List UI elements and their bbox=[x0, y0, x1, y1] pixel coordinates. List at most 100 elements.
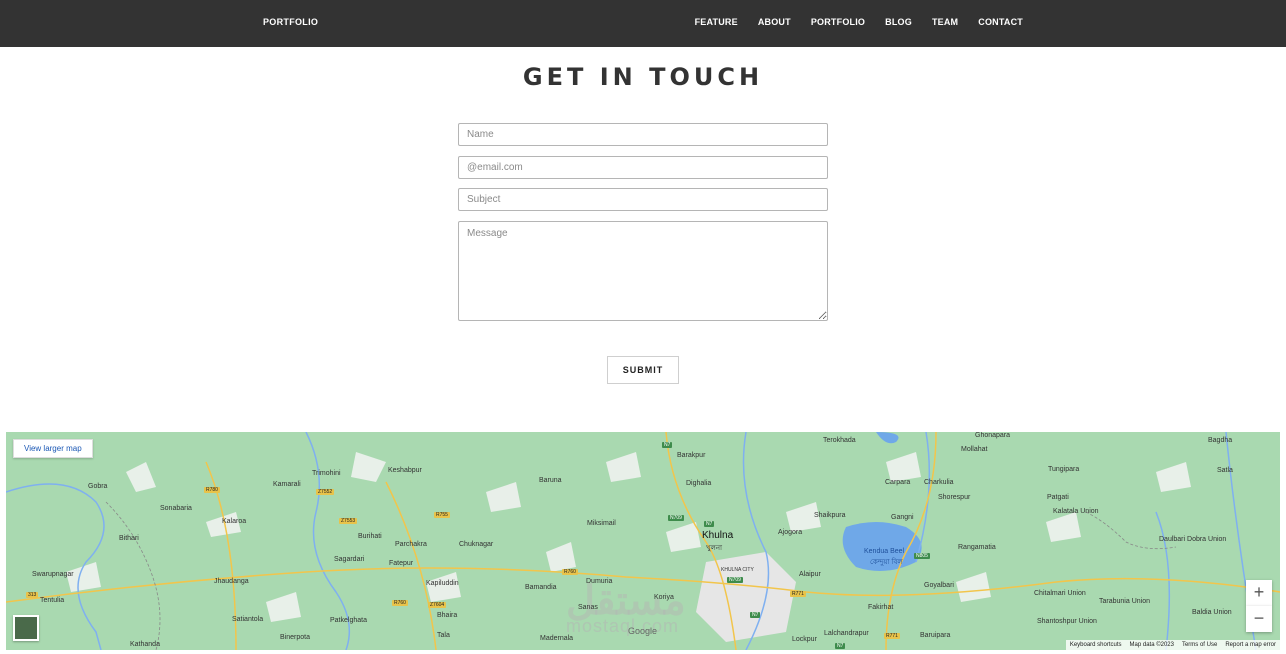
terms-link[interactable]: Terms of Use bbox=[1182, 642, 1217, 648]
map-label-kalatala: Kalatala Union bbox=[1053, 508, 1099, 515]
map-label-santoshpur: Shantoshpur Union bbox=[1037, 618, 1097, 625]
map-label-ghonapara: Ghonapara bbox=[975, 432, 1011, 439]
map-label-gobra: Gobra bbox=[88, 483, 108, 490]
map-label-sanas: Sanas bbox=[578, 604, 598, 611]
map-label-patgati: Patgati bbox=[1047, 494, 1069, 501]
map-label-barakpur: Barakpur bbox=[677, 452, 706, 459]
map-label-goyalbari: Goyalbari bbox=[924, 582, 954, 589]
map-label-kapiluddin: Kapiluddin bbox=[426, 580, 459, 587]
subject-input[interactable] bbox=[458, 188, 828, 211]
map-label-burihati: Burihati bbox=[358, 533, 382, 540]
nav-link-blog[interactable]: BLOG bbox=[885, 17, 912, 27]
map-label-kendua-beel-bn: কেন্দুয়া বিল bbox=[870, 559, 903, 566]
map-label-parchakra: Parchakra bbox=[395, 541, 427, 548]
nav-link-about[interactable]: ABOUT bbox=[758, 17, 791, 27]
map-label-shorespur: Shorespur bbox=[938, 494, 971, 501]
map-label-kamarali: Kamarali bbox=[273, 481, 301, 488]
map-label-carpara: Carpara bbox=[885, 479, 911, 486]
map-label-ajogora: Ajogora bbox=[778, 529, 803, 536]
map-label-kalaroa: Kalaroa bbox=[222, 518, 247, 525]
road-tag: N7 bbox=[835, 643, 846, 649]
google-logo: Google bbox=[628, 626, 658, 636]
message-textarea[interactable] bbox=[458, 221, 828, 321]
road-tag: R771 bbox=[884, 633, 900, 639]
map-label-sagardari: Sagardari bbox=[334, 556, 365, 563]
map-label-dumuria: Dumuria bbox=[586, 578, 613, 585]
map-label-alaipur: Alaipur bbox=[799, 571, 821, 578]
nav-link-feature[interactable]: FEATURE bbox=[695, 17, 738, 27]
map-label-khulna-city: KHULNA CITY bbox=[721, 567, 754, 573]
road-tag: R760 bbox=[392, 600, 408, 606]
road-tag: N709 bbox=[727, 577, 743, 583]
map-label-swarupnagar: Swarupnagar bbox=[32, 571, 74, 578]
road-tag: N709 bbox=[668, 515, 684, 521]
road-tag: N805 bbox=[914, 553, 930, 559]
zoom-in-button[interactable]: + bbox=[1246, 580, 1272, 606]
road-tag: Z7604 bbox=[428, 602, 447, 608]
map-label-patkelghata: Patkelghata bbox=[330, 617, 367, 624]
map-label-rangamatia: Rangamatia bbox=[958, 544, 996, 551]
nav-links: FEATURE ABOUT PORTFOLIO BLOG TEAM CONTAC… bbox=[695, 17, 1023, 27]
road-tag: Z7553 bbox=[339, 518, 358, 524]
map-label-madernala: Madernala bbox=[540, 635, 574, 642]
map-label-khulna-bn: খুলনা bbox=[706, 545, 723, 552]
map-data-text: Map data ©2023 bbox=[1129, 642, 1174, 648]
view-larger-map-link[interactable]: View larger map bbox=[13, 439, 93, 458]
road-tag: R760 bbox=[562, 569, 578, 575]
map-label-bagdha: Bagdha bbox=[1208, 437, 1233, 444]
map-label-koriya: Koriya bbox=[654, 594, 674, 601]
road-tag: N7 bbox=[662, 442, 673, 448]
map-label-gangni: Gangni bbox=[891, 514, 914, 521]
map-label-shaikpura: Shaikpura bbox=[814, 512, 846, 519]
map-label-satla: Satla bbox=[1217, 467, 1233, 474]
top-navbar: PORTFOLIO FEATURE ABOUT PORTFOLIO BLOG T… bbox=[0, 0, 1286, 47]
map-label-binerpota: Binerpota bbox=[280, 634, 310, 641]
map-label-tentulia: Tentulia bbox=[40, 597, 65, 604]
map-label-bithari: Bithari bbox=[119, 535, 139, 542]
watermark-text: mostaql.com bbox=[566, 616, 680, 636]
map-label-tarabunia: Tarabunia Union bbox=[1099, 598, 1150, 605]
map-label-terokhada: Terokhada bbox=[823, 437, 856, 444]
map-label-tungipara: Tungipara bbox=[1048, 466, 1080, 473]
map-label-tala: Tala bbox=[437, 632, 450, 639]
report-error-link[interactable]: Report a map error bbox=[1225, 642, 1276, 648]
zoom-out-button[interactable]: − bbox=[1246, 606, 1272, 632]
map-label-lalchandrapur: Lalchandrapur bbox=[824, 630, 869, 637]
nav-link-portfolio[interactable]: PORTFOLIO bbox=[811, 17, 865, 27]
satellite-toggle[interactable] bbox=[13, 615, 39, 641]
road-tag: N7 bbox=[750, 612, 761, 618]
road-tag: N7 bbox=[704, 521, 715, 527]
road-tag: Z7552 bbox=[316, 489, 335, 495]
brand-link[interactable]: PORTFOLIO bbox=[263, 17, 318, 27]
map-label-sonabaria: Sonabaria bbox=[160, 505, 192, 512]
map-label-kathanda: Kathanda bbox=[130, 641, 160, 648]
map-embed[interactable]: مستقل mostaql.com Khulna খুলনা KHULNA CI… bbox=[6, 432, 1280, 650]
nav-link-team[interactable]: TEAM bbox=[932, 17, 958, 27]
map-label-baldia: Baldia Union bbox=[1192, 609, 1232, 616]
section-title: GET IN TOUCH bbox=[522, 63, 764, 91]
map-footer: Keyboard shortcuts Map data ©2023 Terms … bbox=[1065, 640, 1280, 650]
map-label-fakirhat: Fakirhat bbox=[868, 604, 894, 611]
map-label-chuknagar: Chuknagar bbox=[459, 541, 494, 548]
map-label-khulna: Khulna bbox=[702, 530, 734, 541]
map-label-baruipara: Baruipara bbox=[920, 632, 951, 639]
road-tag: R771 bbox=[790, 591, 806, 597]
road-tag: 313 bbox=[26, 592, 39, 598]
nav-link-contact[interactable]: CONTACT bbox=[978, 17, 1023, 27]
map-label-lockpur: Lockpur bbox=[792, 636, 817, 643]
map-label-jhaudanga: Jhaudanga bbox=[214, 578, 249, 585]
keyboard-shortcuts-link[interactable]: Keyboard shortcuts bbox=[1070, 642, 1122, 648]
map-label-bamandia: Bamandia bbox=[525, 584, 557, 591]
map-label-dighalia: Dighalia bbox=[686, 480, 712, 487]
name-input[interactable] bbox=[458, 123, 828, 146]
map-label-trimohini: Trimohini bbox=[312, 470, 341, 477]
email-input[interactable] bbox=[458, 156, 828, 179]
map-label-satiantola: Satiantola bbox=[232, 616, 264, 623]
map-label-daulbari: Daulbari Dobra Union bbox=[1159, 536, 1227, 543]
map-label-keshabpur: Keshabpur bbox=[388, 467, 422, 474]
map-label-mollahat: Mollahat bbox=[961, 446, 988, 453]
map-label-charkulia: Charkulia bbox=[924, 479, 954, 486]
submit-button[interactable]: SUBMIT bbox=[607, 356, 679, 384]
map-label-miksimail: Miksimail bbox=[587, 520, 616, 527]
map-label-bhaira: Bhaira bbox=[437, 612, 458, 619]
